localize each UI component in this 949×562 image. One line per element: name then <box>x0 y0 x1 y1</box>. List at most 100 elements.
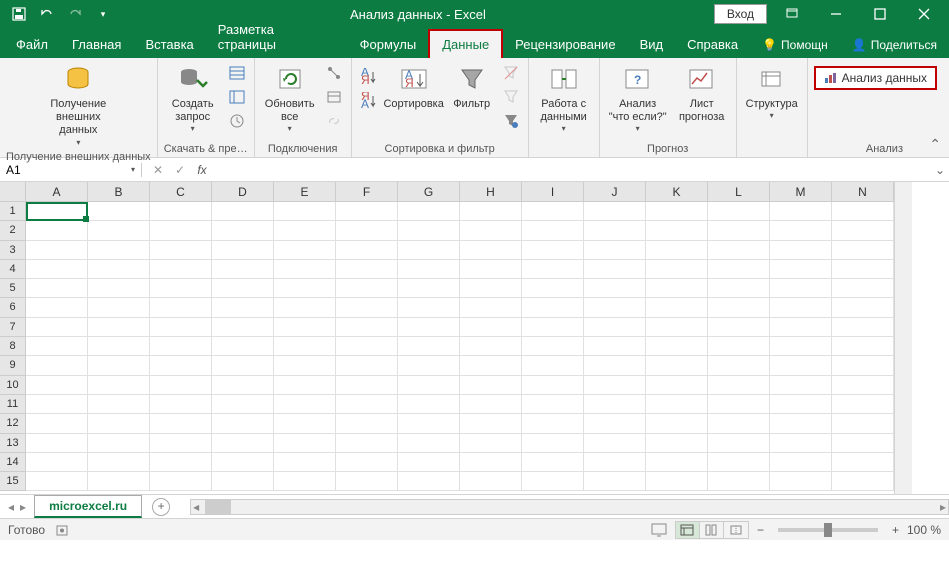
cell[interactable] <box>274 472 336 491</box>
tab-data[interactable]: Данные <box>428 29 503 58</box>
cell[interactable] <box>460 279 522 298</box>
cell[interactable] <box>770 337 832 356</box>
cell[interactable] <box>646 356 708 375</box>
cell[interactable] <box>88 279 150 298</box>
row-header[interactable]: 1 <box>0 202 26 221</box>
cell[interactable] <box>26 241 88 260</box>
name-box-dropdown-icon[interactable]: ▾ <box>131 165 135 174</box>
cell[interactable] <box>708 221 770 240</box>
sheet-nav-prev-icon[interactable]: ◂ <box>8 500 14 514</box>
cell[interactable] <box>336 414 398 433</box>
cell[interactable] <box>336 279 398 298</box>
cell[interactable] <box>708 279 770 298</box>
row-header[interactable]: 3 <box>0 241 26 260</box>
cell[interactable] <box>398 298 460 317</box>
expand-formula-icon[interactable]: ⌄ <box>931 163 949 177</box>
cell[interactable] <box>646 279 708 298</box>
row-header[interactable]: 14 <box>0 453 26 472</box>
cell[interactable] <box>646 376 708 395</box>
cell[interactable] <box>398 434 460 453</box>
cell[interactable] <box>832 202 894 221</box>
cell[interactable] <box>212 202 274 221</box>
cell[interactable] <box>646 318 708 337</box>
column-header[interactable]: I <box>522 182 584 202</box>
cell[interactable] <box>770 260 832 279</box>
cell[interactable] <box>460 453 522 472</box>
cell[interactable] <box>460 376 522 395</box>
cell[interactable] <box>584 298 646 317</box>
cell[interactable] <box>584 434 646 453</box>
cell[interactable] <box>150 279 212 298</box>
get-external-data-button[interactable]: Получение внешних данных ▾ <box>43 62 113 149</box>
row-header[interactable]: 4 <box>0 260 26 279</box>
save-icon[interactable] <box>10 5 28 23</box>
cell[interactable] <box>274 453 336 472</box>
column-header[interactable]: A <box>26 182 88 202</box>
cell[interactable] <box>708 318 770 337</box>
recent-sources-icon[interactable] <box>226 110 248 132</box>
cell[interactable] <box>832 279 894 298</box>
cell[interactable] <box>150 356 212 375</box>
cell[interactable] <box>832 356 894 375</box>
tab-help[interactable]: Справка <box>675 31 750 58</box>
properties-icon[interactable] <box>323 86 345 108</box>
cell[interactable] <box>770 376 832 395</box>
cell[interactable] <box>212 241 274 260</box>
cell[interactable] <box>708 241 770 260</box>
cell[interactable] <box>522 414 584 433</box>
cell[interactable] <box>336 453 398 472</box>
sheet-tab[interactable]: microexcel.ru <box>34 495 142 518</box>
cell[interactable] <box>88 221 150 240</box>
cell[interactable] <box>522 241 584 260</box>
cell[interactable] <box>336 434 398 453</box>
cell[interactable] <box>646 434 708 453</box>
cell[interactable] <box>336 221 398 240</box>
cell[interactable] <box>274 241 336 260</box>
cell[interactable] <box>460 395 522 414</box>
column-header[interactable]: N <box>832 182 894 202</box>
row-header[interactable]: 15 <box>0 472 26 491</box>
minimize-icon[interactable] <box>817 0 855 28</box>
cell[interactable] <box>398 395 460 414</box>
cell[interactable] <box>274 260 336 279</box>
cell[interactable] <box>460 221 522 240</box>
cell[interactable] <box>646 453 708 472</box>
cell[interactable] <box>522 356 584 375</box>
cell[interactable] <box>522 202 584 221</box>
cell[interactable] <box>832 453 894 472</box>
cell[interactable] <box>212 298 274 317</box>
cell[interactable] <box>832 260 894 279</box>
cell[interactable] <box>88 434 150 453</box>
cell[interactable] <box>522 221 584 240</box>
cell[interactable] <box>88 356 150 375</box>
cell[interactable] <box>274 414 336 433</box>
cell[interactable] <box>832 298 894 317</box>
cell[interactable] <box>770 202 832 221</box>
cell[interactable] <box>460 472 522 491</box>
cell[interactable] <box>398 279 460 298</box>
cell[interactable] <box>832 241 894 260</box>
cell[interactable] <box>646 298 708 317</box>
cell[interactable] <box>708 395 770 414</box>
cell[interactable] <box>336 395 398 414</box>
cell[interactable] <box>212 356 274 375</box>
formula-input[interactable] <box>218 163 931 177</box>
cell[interactable] <box>646 414 708 433</box>
cell[interactable] <box>584 337 646 356</box>
cell[interactable] <box>274 337 336 356</box>
display-settings-icon[interactable] <box>651 523 667 537</box>
cell[interactable] <box>26 434 88 453</box>
cell[interactable] <box>274 318 336 337</box>
macro-record-icon[interactable] <box>55 523 69 537</box>
cell[interactable] <box>150 298 212 317</box>
row-header[interactable]: 7 <box>0 318 26 337</box>
data-tools-button[interactable]: Работа с данными ▾ <box>535 62 593 135</box>
tab-home[interactable]: Главная <box>60 31 133 58</box>
reapply-filter-icon[interactable] <box>500 86 522 108</box>
cell[interactable] <box>398 318 460 337</box>
ribbon-options-icon[interactable] <box>773 0 811 28</box>
cell[interactable] <box>832 337 894 356</box>
filter-button[interactable]: Фильтр <box>448 62 496 113</box>
cell[interactable] <box>398 472 460 491</box>
cell[interactable] <box>708 453 770 472</box>
